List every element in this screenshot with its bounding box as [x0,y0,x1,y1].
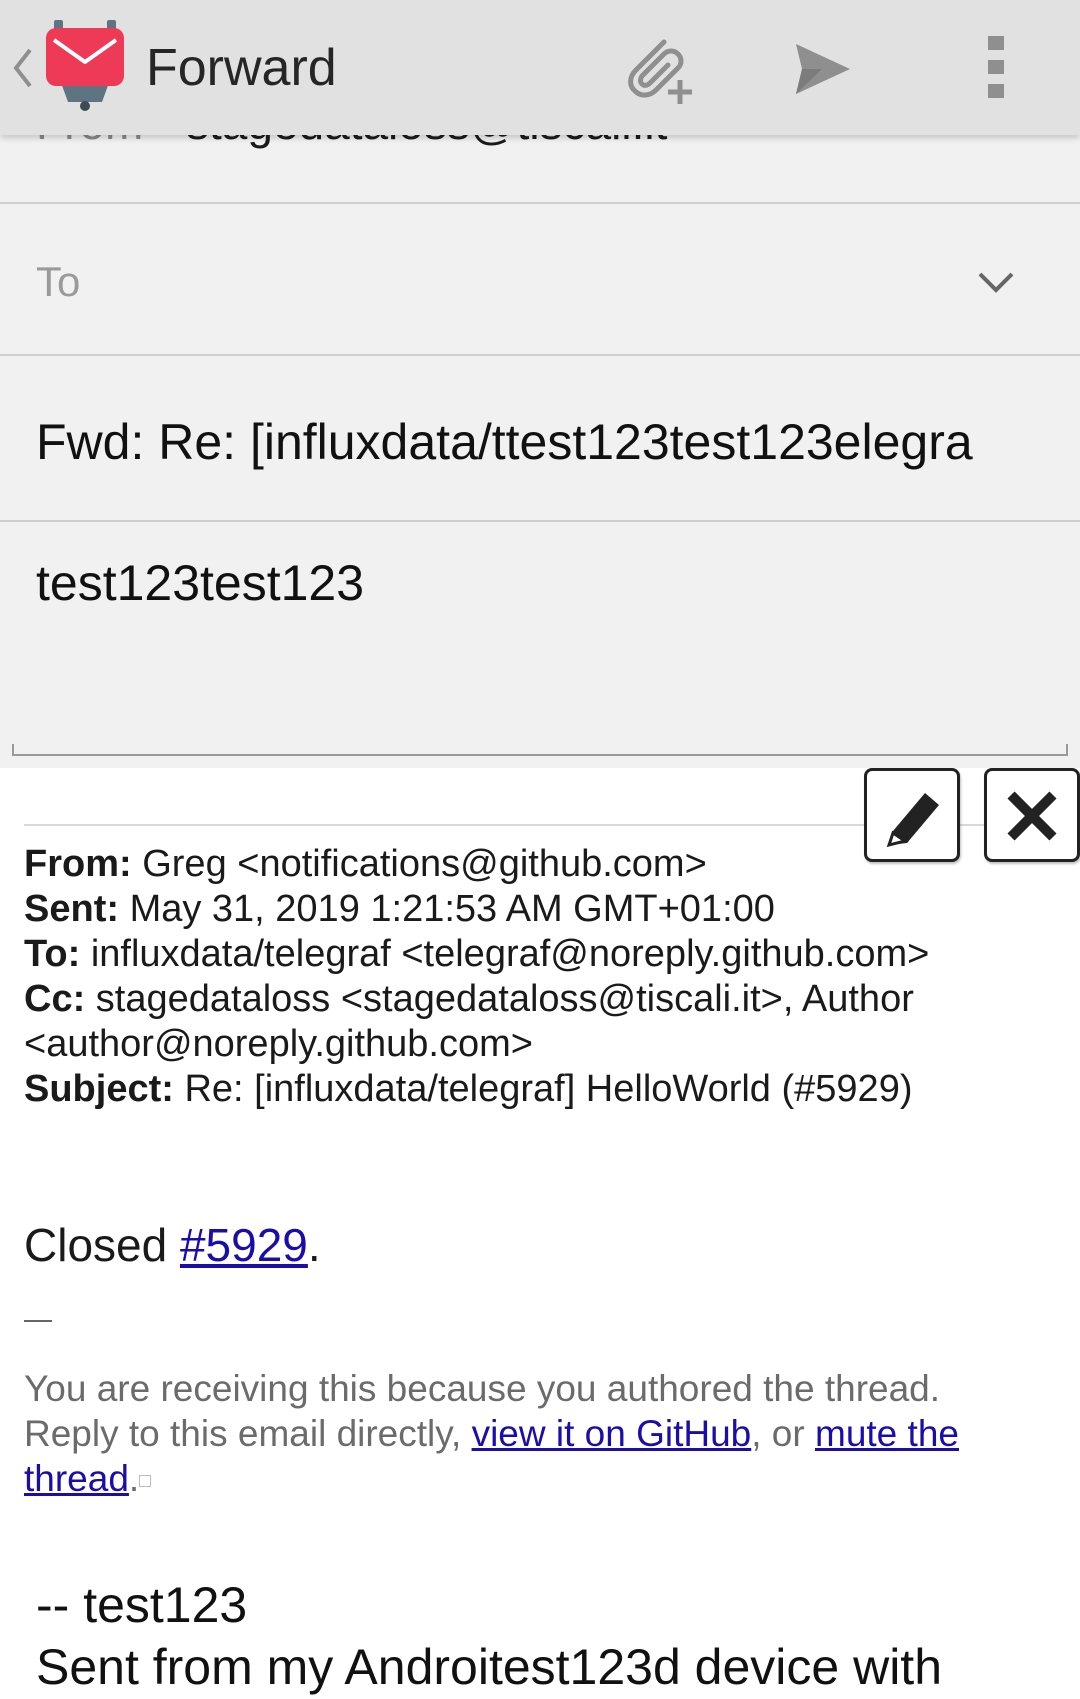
quoted-from-value: Greg <notifications@github.com> [142,843,707,885]
pencil-icon [886,793,939,848]
quoted-cc-line: Cc: stagedataloss <stagedataloss@tiscali… [24,977,1064,1067]
footer-mid: , or [751,1413,815,1454]
quoted-to-key: To: [24,933,81,975]
footer-end: . [128,1458,140,1499]
notification-footer: You are receiving this because you autho… [24,1366,1064,1501]
to-row [0,204,1080,356]
issue-link[interactable]: #5929 [180,1219,308,1271]
signature-line-1: -- test123 [36,1577,248,1633]
quoted-sent-value: May 31, 2019 1:21:53 AM GMT+01:00 [129,888,775,930]
footer-prefix: Reply to this email directly, [24,1413,472,1454]
quoted-cc-key: Cc: [24,978,86,1020]
view-on-github-link[interactable]: view it on GitHub [472,1413,752,1454]
quoted-to-value: influxdata/telegraf <telegraf@noreply.gi… [90,933,930,975]
body-field-underline [12,744,1068,756]
signature[interactable]: -- test123 Sent from my Androitest123d d… [36,1574,1076,1698]
message-body-field[interactable]: test123test123 [36,552,364,614]
body-row: test123test123 [0,522,1080,768]
chevron-down-icon[interactable] [974,260,1018,304]
quoted-subject-value: Re: [influxdata/telegraf] HelloWorld (#5… [184,1068,913,1110]
to-field[interactable] [36,252,936,312]
quoted-from-key: From: [24,843,132,885]
close-icon [1007,791,1057,841]
send-icon[interactable] [792,38,854,100]
screen-title: Forward [146,39,337,97]
quoted-headers: From: Greg <notifications@github.com> Se… [24,842,1064,1112]
signature-line-2: Sent from my Androitest123d device with [36,1639,943,1695]
quoted-to-line: To: influxdata/telegraf <telegraf@norepl… [24,932,1064,977]
footer-line-1: You are receiving this because you autho… [24,1368,941,1409]
k9-mail-logo-icon[interactable] [40,14,130,114]
closed-suffix: . [307,1219,321,1271]
overflow-menu-icon[interactable] [982,34,1010,100]
action-bar: Forward [0,0,1080,135]
signature-dash [24,1320,52,1322]
quoted-sent-key: Sent: [24,888,119,930]
quoted-cc-value: stagedataloss <stagedataloss@tiscali.it>… [24,978,914,1065]
attach-icon[interactable] [618,28,698,108]
subject-field[interactable]: Fwd: Re: [influxdata/ttest123test123eleg… [36,412,1046,472]
quoted-subject-line: Subject: Re: [influxdata/telegraf] Hello… [24,1067,1064,1112]
tracking-image-placeholder [139,1475,152,1488]
footer-line-2: Reply to this email directly, view it on… [24,1411,1064,1501]
subject-row: Fwd: Re: [influxdata/ttest123test123eleg… [0,356,1080,522]
up-chevron-icon[interactable] [8,38,36,98]
quoted-message: From: Greg <notifications@github.com> Se… [0,768,1080,1699]
quoted-from-line: From: Greg <notifications@github.com> [24,842,1064,887]
quoted-sent-line: Sent: May 31, 2019 1:21:53 AM GMT+01:00 [24,887,1064,932]
compose-screen: Forward From stagedataloss@tiscali.it [0,0,1080,1699]
quoted-subject-key: Subject: [24,1068,174,1110]
closed-prefix: Closed [24,1219,180,1271]
closed-notice: Closed #5929. [24,1218,321,1272]
